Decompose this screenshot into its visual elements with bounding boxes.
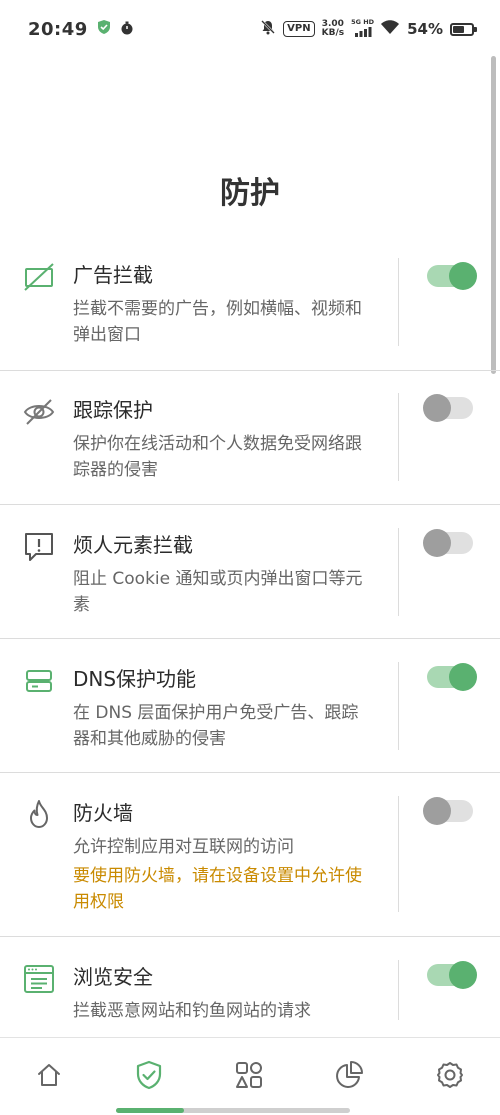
- feature-title: DNS保护功能: [73, 667, 197, 691]
- feature-desc: 拦截恶意网站和钓鱼网站的请求: [73, 1001, 311, 1021]
- home-indicator-active: [116, 1108, 184, 1113]
- bottom-nav: [0, 1037, 500, 1115]
- browsing-security-toggle[interactable]: [427, 961, 477, 989]
- status-bar: 20:49 VPN 3.00 KB/s 5G HD 54%: [0, 0, 500, 58]
- feature-tracking-protection[interactable]: 跟踪保护 保护你在线活动和个人数据免受网络跟踪器的侵害: [0, 393, 500, 505]
- dns-protection-toggle[interactable]: [427, 663, 477, 691]
- firewall-permission-warning[interactable]: 要使用防火墙，请在设备设置中允许使用权限: [73, 863, 373, 915]
- nav-home[interactable]: [32, 1060, 66, 1094]
- divider: [398, 258, 399, 346]
- toggle-knob: [449, 961, 477, 989]
- divider: [398, 796, 399, 912]
- feature-title: 广告拦截: [73, 263, 153, 287]
- network-speed: 3.00 KB/s: [322, 20, 344, 38]
- mute-icon: [260, 19, 276, 39]
- shield-status-icon: [96, 19, 112, 39]
- firewall-toggle[interactable]: [423, 797, 473, 825]
- feature-desc: 保护你在线活动和个人数据免受网络跟踪器的侵害: [73, 434, 362, 480]
- shield-check-icon: [134, 1060, 164, 1094]
- pie-chart-icon: [334, 1060, 364, 1094]
- signal-icon: 5G HD: [351, 18, 374, 38]
- alert-message-icon: [22, 530, 56, 564]
- feature-title: 跟踪保护: [73, 398, 153, 422]
- battery-fill: [453, 25, 464, 33]
- row-divider: [0, 638, 500, 639]
- page-title: 防护: [220, 176, 280, 211]
- toggle-knob: [423, 797, 451, 825]
- feature-title: 烦人元素拦截: [73, 533, 193, 557]
- apps-icon: [234, 1060, 264, 1094]
- vpn-badge: VPN: [283, 21, 315, 37]
- battery-percent: 54%: [407, 20, 443, 38]
- gear-icon: [435, 1060, 465, 1094]
- feature-title: 浏览安全: [73, 965, 153, 989]
- home-icon: [35, 1061, 63, 1093]
- wifi-icon: [380, 19, 400, 39]
- feature-desc: 允许控制应用对互联网的访问: [73, 837, 294, 857]
- toggle-knob: [449, 262, 477, 290]
- fire-icon: [22, 798, 56, 832]
- toggle-knob: [449, 663, 477, 691]
- timer-icon: [120, 20, 134, 39]
- nav-protection[interactable]: [132, 1060, 166, 1094]
- row-divider: [0, 504, 500, 505]
- status-time: 20:49: [28, 18, 88, 40]
- ad-blocking-toggle[interactable]: [427, 262, 477, 290]
- tracking-protection-toggle[interactable]: [423, 394, 473, 422]
- speed-unit: KB/s: [321, 28, 345, 38]
- feature-browsing-security[interactable]: 浏览安全 拦截恶意网站和钓鱼网站的请求: [0, 960, 500, 1037]
- feature-title: 防火墙: [73, 801, 133, 825]
- eye-off-icon: [22, 395, 56, 429]
- divider: [398, 662, 399, 750]
- toggle-knob: [423, 394, 451, 422]
- divider: [398, 393, 399, 481]
- toggle-knob: [423, 529, 451, 557]
- feature-ad-blocking[interactable]: 广告拦截 拦截不需要的广告，例如横幅、视频和弹出窗口: [0, 258, 500, 370]
- ad-block-icon: [22, 260, 56, 294]
- feature-desc: 阻止 Cookie 通知或页内弹出窗口等元素: [73, 569, 363, 615]
- feature-desc: 在 DNS 层面保护用户免受广告、跟踪器和其他威胁的侵害: [73, 703, 359, 749]
- battery-icon: [450, 22, 477, 36]
- divider: [398, 960, 399, 1020]
- browser-window-icon: [22, 962, 56, 996]
- nav-settings[interactable]: [433, 1060, 467, 1094]
- nav-apps[interactable]: [232, 1060, 266, 1094]
- feature-annoyance-blocking[interactable]: 烦人元素拦截 阻止 Cookie 通知或页内弹出窗口等元素: [0, 528, 500, 640]
- row-divider: [0, 772, 500, 773]
- feature-firewall[interactable]: 防火墙 允许控制应用对互联网的访问 要使用防火墙，请在设备设置中允许使用权限: [0, 796, 500, 938]
- feature-dns-protection[interactable]: DNS保护功能 在 DNS 层面保护用户免受广告、跟踪器和其他威胁的侵害: [0, 662, 500, 774]
- annoyance-blocking-toggle[interactable]: [423, 529, 473, 557]
- row-divider: [0, 370, 500, 371]
- row-divider: [0, 936, 500, 937]
- nav-statistics[interactable]: [332, 1060, 366, 1094]
- dns-server-icon: [22, 664, 56, 698]
- divider: [398, 528, 399, 616]
- feature-desc: 拦截不需要的广告，例如横幅、视频和弹出窗口: [73, 299, 362, 345]
